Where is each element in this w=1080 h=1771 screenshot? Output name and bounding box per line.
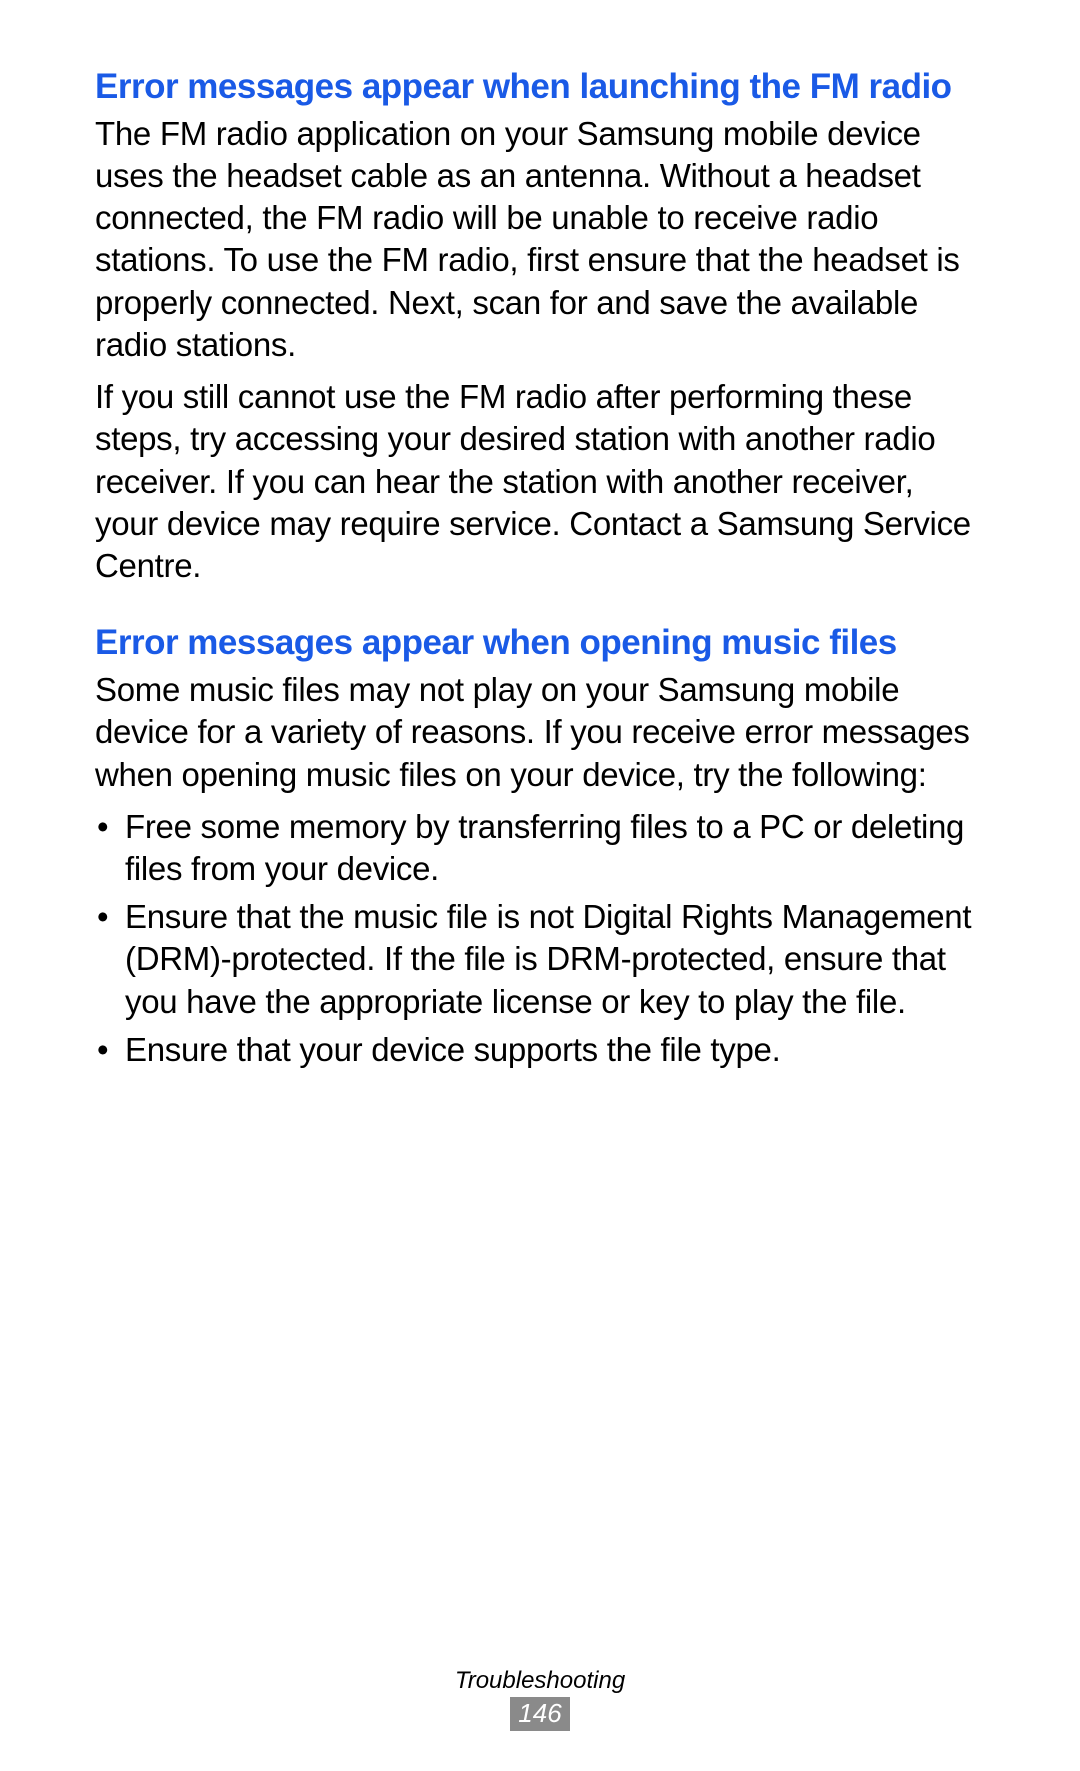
section-heading-fm-radio: Error messages appear when launching the… [95,65,985,109]
section-heading-music-files: Error messages appear when opening music… [95,621,985,665]
page-number: 146 [510,1697,569,1731]
list-item: Ensure that the music file is not Digita… [125,896,985,1023]
document-page: Error messages appear when launching the… [0,0,1080,1771]
section-spacer [95,597,985,621]
page-footer: Troubleshooting 146 [0,1667,1080,1731]
body-paragraph: Some music files may not play on your Sa… [95,669,985,796]
body-paragraph: If you still cannot use the FM radio aft… [95,376,985,587]
list-item: Free some memory by transferring files t… [125,806,985,890]
list-item: Ensure that your device supports the fil… [125,1029,985,1071]
footer-section-label: Troubleshooting [0,1667,1080,1695]
bullet-list: Free some memory by transferring files t… [95,806,985,1071]
body-paragraph: The FM radio application on your Samsung… [95,113,985,366]
